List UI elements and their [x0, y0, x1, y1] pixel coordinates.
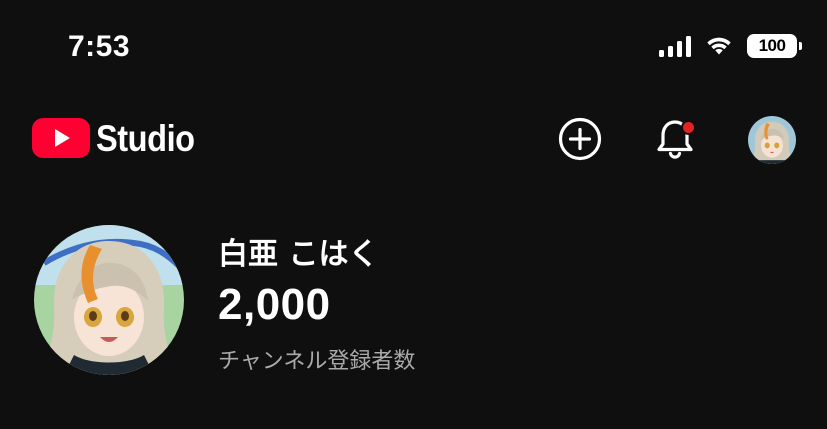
notification-badge [681, 120, 696, 135]
status-icons: 100 [659, 34, 802, 58]
create-icon [558, 117, 602, 161]
channel-name: 白亜 こはく [218, 237, 379, 272]
app-name: Studio [96, 117, 195, 159]
account-avatar[interactable] [748, 116, 796, 164]
create-button[interactable] [555, 114, 605, 164]
notifications-button[interactable] [650, 114, 700, 164]
youtube-play-icon [32, 118, 90, 158]
account-avatar-image [748, 116, 796, 164]
battery-icon: 100 [747, 34, 802, 58]
channel-avatar-image [34, 225, 184, 375]
battery-level: 100 [758, 36, 786, 55]
subscriber-label: チャンネル登録者数 [218, 349, 416, 374]
channel-avatar[interactable] [34, 225, 184, 375]
youtube-studio-logo[interactable]: Studio [32, 118, 208, 158]
status-time: 7:53 [68, 30, 131, 63]
subscriber-count: 2,000 [218, 280, 331, 329]
cellular-signal-icon [659, 35, 691, 57]
wifi-icon [707, 37, 731, 55]
